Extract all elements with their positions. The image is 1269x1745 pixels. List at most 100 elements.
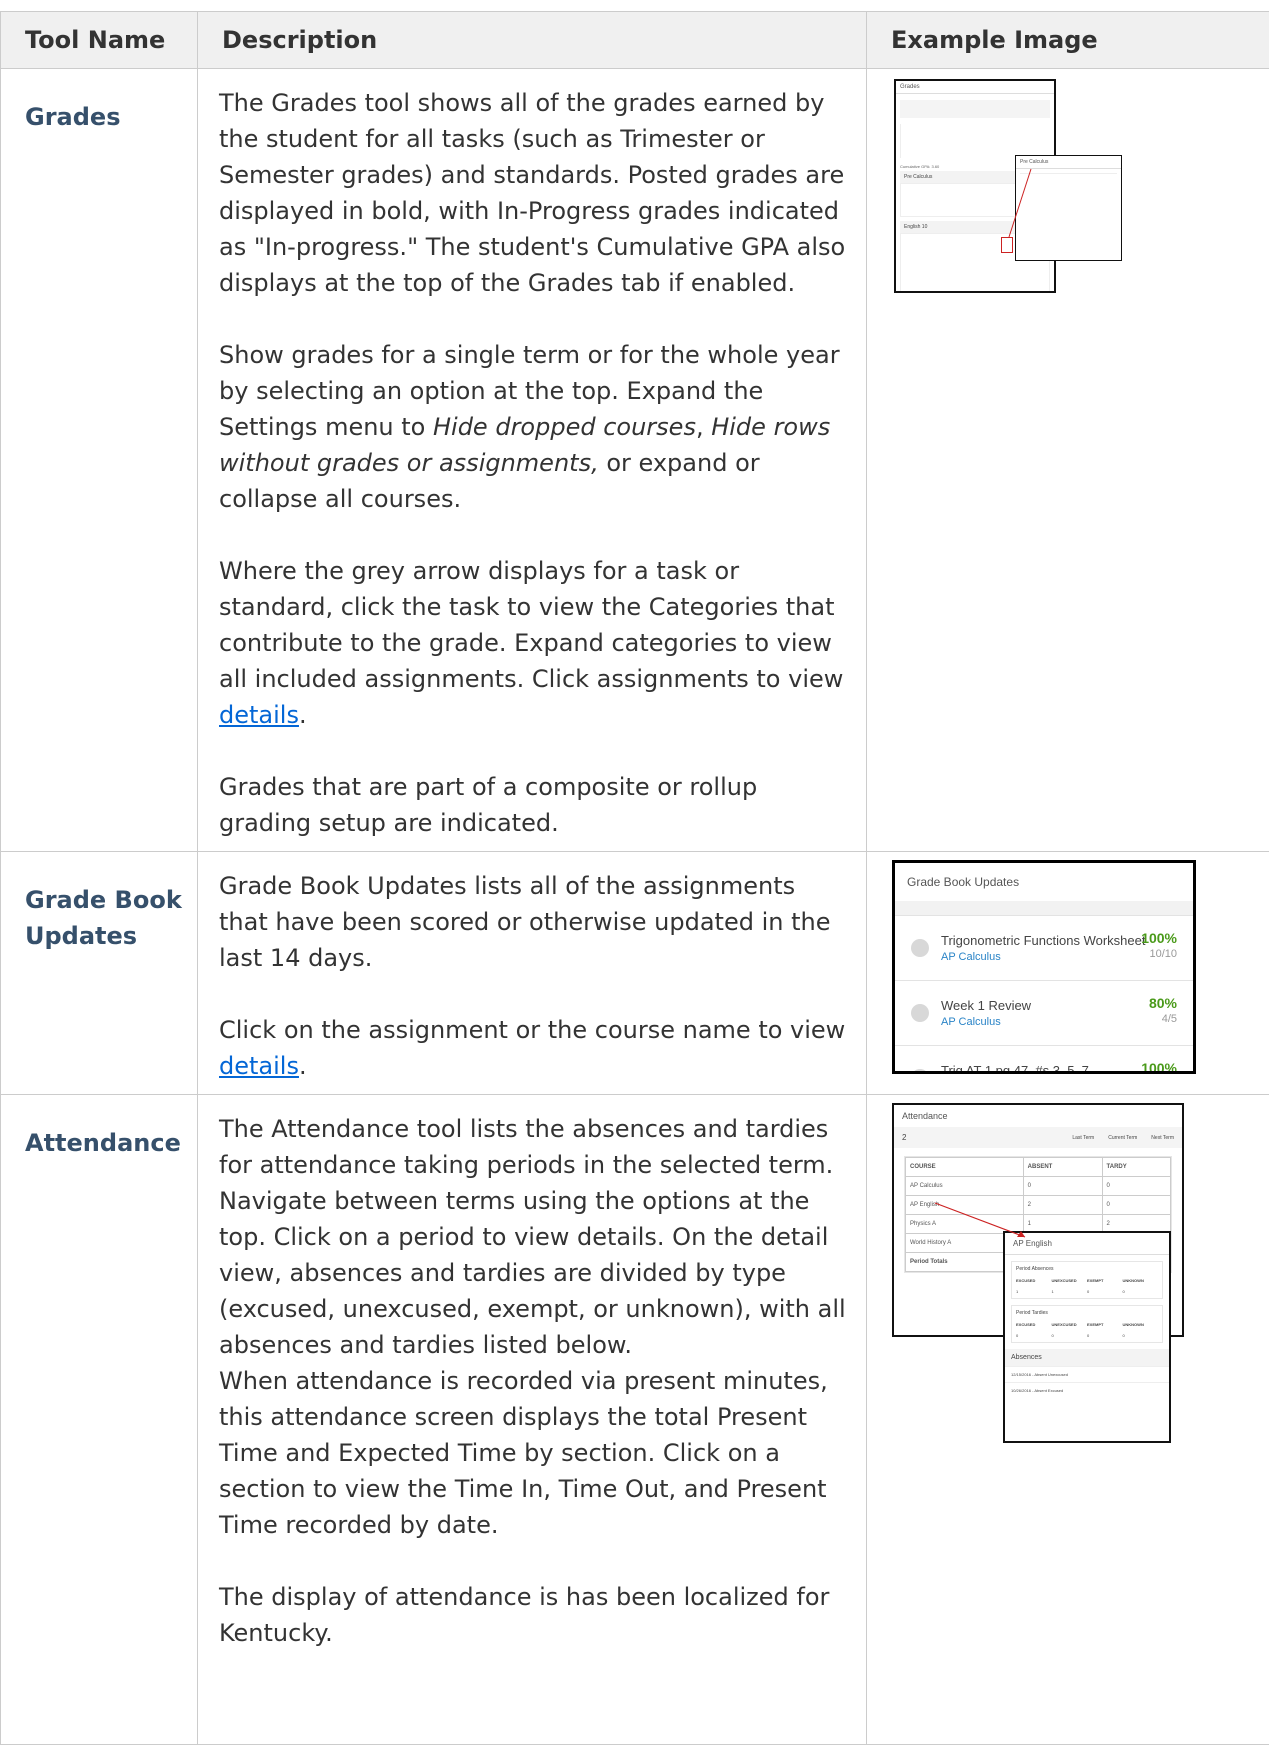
gbu-item-course[interactable]: AP Calculus: [941, 951, 1145, 963]
table-row-grade-book-updates: Grade Book Updates Grade Book Updates li…: [1, 852, 1269, 1095]
att-absence-value: 0: [1087, 1289, 1123, 1294]
gbu-item[interactable]: Trigonometric Functions Worksheet AP Calc…: [895, 915, 1193, 980]
att-detail-absences-label: Period Absences: [1012, 1262, 1162, 1276]
grades-paragraph-2: Show grades for a single term or for the…: [219, 337, 850, 517]
gbu-item-text: Week 1 Review AP Calculus: [941, 998, 1031, 1028]
gbu-item-percent: 100%: [1141, 930, 1177, 946]
att-tardy-value: 0: [1052, 1333, 1088, 1338]
att-absence-value: 1: [1016, 1289, 1052, 1294]
att-tardy-value: 0: [1016, 1333, 1052, 1338]
att-absence-value: 1: [1052, 1289, 1088, 1294]
gbu-item-title[interactable]: Trigonometric Functions Worksheet: [941, 933, 1145, 948]
description-grade-book-updates: Grade Book Updates lists all of the assi…: [198, 852, 867, 1095]
gbu-item[interactable]: Trig AT 1 pg 47, #s 3, 5, 7AP Calculus 10…: [895, 1045, 1193, 1074]
gbu-item-text: Trig AT 1 pg 47, #s 3, 5, 7AP Calculus: [941, 1063, 1089, 1074]
att-detail-tardies-values: 0000: [1012, 1329, 1162, 1342]
att-detail-absences-types: EXCUSEDUNEXCUSEDEXEMPTUNKNOWN: [1012, 1276, 1162, 1285]
gbu-item-avatar: [911, 939, 929, 957]
att-tardy-type: EXCUSED: [1016, 1322, 1052, 1327]
att-detail-absences-values: 1100: [1012, 1285, 1162, 1298]
text-span: .: [299, 1052, 307, 1080]
att-tardy-type: EXEMPT: [1087, 1322, 1123, 1327]
att-shot-last-term[interactable]: Last Term: [1072, 1135, 1094, 1141]
att-shot-title: Attendance: [894, 1105, 1182, 1127]
att-detail-absences-box: Period Absences EXCUSEDUNEXCUSEDEXEMPTUN…: [1011, 1261, 1163, 1299]
example-image-grades: Grades Cumulative GPA: 3.60 Pre Calculus…: [867, 69, 1269, 852]
tool-name-attendance: Attendance: [1, 1095, 198, 1745]
gbu-paragraph-1: Grade Book Updates lists all of the assi…: [219, 868, 850, 976]
att-detail-tardies-types: EXCUSEDUNEXCUSEDEXEMPTUNKNOWN: [1012, 1320, 1162, 1329]
att-absence-type: EXCUSED: [1016, 1278, 1052, 1283]
details-link-gbu[interactable]: details: [219, 1052, 299, 1080]
gbu-item-percent: 80%: [1149, 995, 1177, 1011]
att-detail-list: 12/15/2016 - Absent Unexcused10/26/2016 …: [1005, 1366, 1169, 1398]
table-row-grades: Grades The Grades tool shows all of the …: [1, 69, 1269, 852]
gbu-item-course[interactable]: AP Calculus: [941, 1016, 1031, 1028]
gbu-item-avatar: [911, 1069, 929, 1074]
gbu-item-title[interactable]: Week 1 Review: [941, 998, 1031, 1013]
attendance-detail-screenshot: AP English Period Absences EXCUSEDUNEXCU…: [1003, 1231, 1171, 1443]
grades-paragraph-4: Grades that are part of a composite or r…: [219, 769, 850, 841]
gbu-item-percent: 100%: [1141, 1060, 1177, 1074]
gbu-item-score: 80%4/5: [1149, 995, 1177, 1025]
att-column-header: COURSE: [906, 1158, 1024, 1177]
grades-shot-settings: [900, 124, 1050, 158]
gbu-item-text: Trigonometric Functions Worksheet AP Calc…: [941, 933, 1145, 963]
att-shot-current-term[interactable]: Current Term: [1108, 1135, 1137, 1141]
att-shot-next-term[interactable]: Next Term: [1151, 1135, 1174, 1141]
grades-shot-toolbar: [900, 100, 1050, 118]
header-example-image: Example Image: [867, 12, 1269, 69]
header-tool-name: Tool Name: [1, 12, 198, 69]
att-table-row[interactable]: AP Calculus00: [906, 1177, 1171, 1196]
att-shot-term: 2: [902, 1133, 1062, 1142]
att-shot-term-bar: 2 Last Term Current Term Next Term: [894, 1127, 1182, 1148]
att-absence-type: EXEMPT: [1087, 1278, 1123, 1283]
attendance-paragraph-1: The Attendance tool lists the absences a…: [219, 1111, 850, 1363]
text-span: Click on the assignment or the course na…: [219, 1016, 845, 1044]
att-column-header: ABSENT: [1023, 1158, 1102, 1177]
att-table-cell: 0: [1023, 1177, 1102, 1196]
gbu-item[interactable]: Week 1 ReviewAP Calculus80%4/5: [895, 980, 1193, 1045]
att-tardy-value: 0: [1087, 1333, 1123, 1338]
grades-highlight-box: [1001, 237, 1013, 253]
italic-hide-dropped: Hide dropped courses: [433, 413, 696, 441]
gbu-shot-title: Grade Book Updates: [895, 863, 1193, 901]
att-detail-tardies-box: Period Tardies EXCUSEDUNEXCUSEDEXEMPTUNK…: [1011, 1305, 1163, 1343]
gbu-item-avatar: [911, 1004, 929, 1022]
tool-name-grades: Grades: [1, 69, 198, 852]
grades-paragraph-3: Where the grey arrow displays for a task…: [219, 553, 850, 733]
attendance-paragraph-1b: When attendance is recorded via present …: [219, 1363, 850, 1543]
text-span: .: [299, 701, 307, 729]
gbu-item-fraction: 4/5: [1149, 1013, 1177, 1025]
description-grades: The Grades tool shows all of the grades …: [198, 69, 867, 852]
att-detail-list-title: Absences: [1005, 1349, 1169, 1366]
grades-pointer-arrow-icon: [1005, 167, 1035, 239]
table-row-attendance: Attendance The Attendance tool lists the…: [1, 1095, 1269, 1745]
attendance-pointer-arrow-icon: [933, 1201, 1033, 1245]
att-table-header: COURSEABSENTTARDY: [906, 1158, 1171, 1177]
gbu-paragraph-2: Click on the assignment or the course na…: [219, 1012, 850, 1084]
att-column-header: TARDY: [1102, 1158, 1170, 1177]
tool-name-grade-book-updates: Grade Book Updates: [1, 852, 198, 1095]
table-header-row: Tool Name Description Example Image: [1, 12, 1269, 69]
text-span: ,: [696, 413, 711, 441]
att-absence-type: UNKNOWN: [1123, 1278, 1159, 1283]
att-table-cell: AP Calculus: [906, 1177, 1024, 1196]
grades-paragraph-1: The Grades tool shows all of the grades …: [219, 85, 850, 301]
att-table-cell: 2: [1023, 1196, 1102, 1215]
att-table-cell: 0: [1102, 1177, 1170, 1196]
gbu-item-score: 100% 10/10: [1141, 930, 1177, 960]
att-tardy-type: UNEXCUSED: [1052, 1322, 1088, 1327]
grades-shot-title: Grades: [896, 81, 1054, 94]
details-link-grades[interactable]: details: [219, 701, 299, 729]
gbu-item-title[interactable]: Trig AT 1 pg 47, #s 3, 5, 7: [941, 1063, 1089, 1074]
attendance-paragraph-2: The display of attendance is has been lo…: [219, 1579, 850, 1651]
att-absence-entry[interactable]: 10/26/2016 - Absent Excused: [1005, 1382, 1169, 1398]
att-absence-entry[interactable]: 12/15/2016 - Absent Unexcused: [1005, 1366, 1169, 1382]
gbu-item-fraction: 10/10: [1141, 948, 1177, 960]
gbu-screenshot: Grade Book Updates Trigonometric Functio…: [892, 860, 1196, 1074]
header-description: Description: [198, 12, 867, 69]
example-image-attendance: Attendance 2 Last Term Current Term Next…: [867, 1095, 1269, 1745]
att-detail-tardies-label: Period Tardies: [1012, 1306, 1162, 1320]
text-span: Where the grey arrow displays for a task…: [219, 557, 843, 693]
